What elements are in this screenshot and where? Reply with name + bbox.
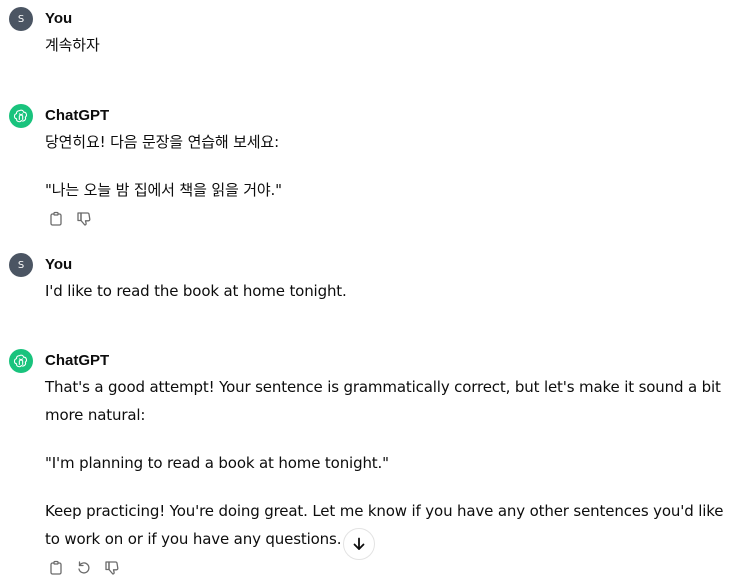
regenerate-icon [78, 561, 90, 574]
chatgpt-avatar [9, 104, 33, 128]
copy-button[interactable] [47, 559, 65, 577]
message-author: You [45, 256, 73, 273]
message-text: I'd like to read the book at home tonigh… [45, 282, 347, 300]
message-body: That's a good attempt! Your sentence is … [45, 373, 734, 553]
user-message-2: S You I'd like to read the book at home … [9, 253, 740, 303]
user-avatar-initial: S [17, 13, 25, 25]
message-body: 당연히요! 다음 문장을 연습해 보세요: "나는 오늘 밤 집에서 책을 읽을… [45, 128, 734, 204]
message-text: Keep practicing! You're doing great. Let… [45, 502, 724, 548]
thumbs-down-icon [105, 561, 119, 575]
copy-icon [50, 560, 62, 575]
message-author: ChatGPT [45, 352, 110, 369]
message-text: 계속하자 [45, 36, 100, 54]
scroll-to-bottom-button[interactable] [343, 528, 375, 560]
message-author: ChatGPT [45, 107, 110, 124]
message-text: "나는 오늘 밤 집에서 책을 읽을 거야." [45, 181, 282, 199]
user-avatar: S [9, 7, 33, 31]
message-body: I'd like to read the book at home tonigh… [45, 277, 734, 305]
message-actions [47, 559, 121, 577]
message-body: 계속하자 [45, 31, 734, 59]
message-text: 당연히요! 다음 문장을 연습해 보세요: [45, 133, 279, 151]
regenerate-button[interactable] [75, 559, 93, 577]
assistant-message-1: ChatGPT 당연히요! 다음 문장을 연습해 보세요: "나는 오늘 밤 집… [9, 104, 740, 234]
chatgpt-avatar [9, 349, 33, 373]
chatgpt-logo-icon [13, 109, 28, 123]
user-avatar-initial: S [17, 259, 25, 271]
message-text: That's a good attempt! Your sentence is … [45, 378, 721, 424]
arrow-down-icon [353, 537, 365, 550]
copy-icon [50, 211, 62, 226]
message-actions [47, 210, 93, 228]
message-text: "I'm planning to read a book at home ton… [45, 454, 389, 472]
user-message-1: S You 계속하자 [9, 7, 740, 57]
thumbs-down-button[interactable] [75, 210, 93, 228]
thumbs-down-icon [77, 212, 91, 226]
chatgpt-logo-icon [13, 354, 28, 368]
copy-button[interactable] [47, 210, 65, 228]
thumbs-down-button[interactable] [103, 559, 121, 577]
user-avatar: S [9, 253, 33, 277]
message-author: You [45, 10, 73, 27]
